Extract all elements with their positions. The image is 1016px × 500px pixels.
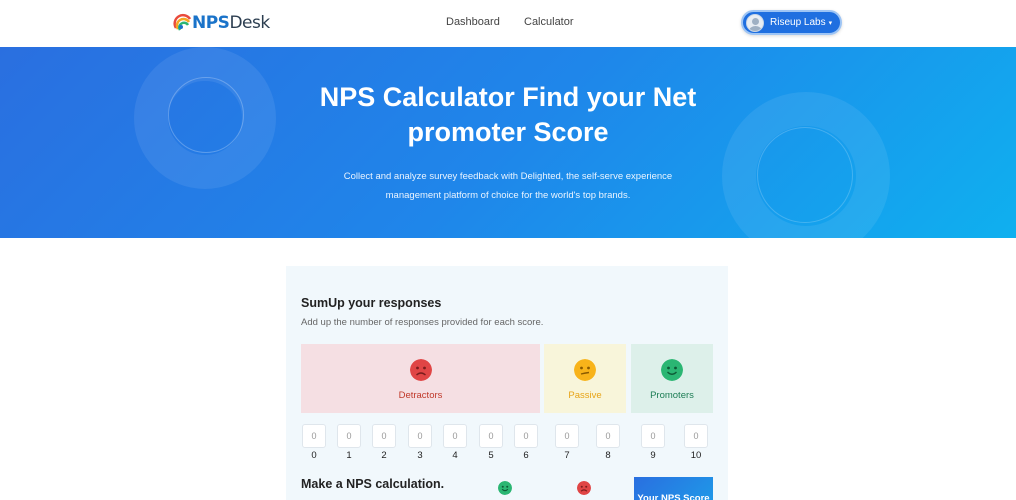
score-input-3[interactable]: 0 [408, 424, 432, 448]
avatar [746, 13, 764, 32]
score-input-5[interactable]: 0 [479, 424, 503, 448]
section-title: SumUp your responses [301, 296, 442, 310]
score-label-0: 0 [311, 450, 317, 461]
score-input-9[interactable]: 0 [641, 424, 665, 448]
score-label-1: 1 [346, 450, 352, 461]
score-input-8[interactable]: 0 [596, 424, 620, 448]
decorative-ring-right-inner [757, 127, 853, 223]
score-input-1[interactable]: 0 [337, 424, 361, 448]
score-input-6[interactable]: 0 [514, 424, 538, 448]
detractors-panel: Detractors [301, 344, 540, 413]
calculation-title: Make a NPS calculation. [301, 477, 445, 491]
neutral-face-icon [574, 359, 596, 381]
sad-face-icon [577, 481, 591, 495]
score-label-5: 5 [488, 450, 494, 461]
passive-panel: Passive [544, 344, 626, 413]
happy-face-icon [498, 481, 512, 495]
passive-label: Passive [568, 390, 602, 401]
score-label-9: 9 [650, 450, 656, 461]
top-navbar: NPSDesk Dashboard Calculator Riseup Labs… [0, 0, 1016, 47]
user-menu-button[interactable]: Riseup Labs ▾ [741, 10, 842, 35]
nps-score-button[interactable]: Your NPS Score [634, 477, 713, 500]
score-input-2[interactable]: 0 [372, 424, 396, 448]
nps-calculator-card: SumUp your responses Add up the number o… [286, 266, 728, 500]
promoters-panel: Promoters [631, 344, 713, 413]
logo-desk-text: Desk [229, 13, 270, 33]
section-subtitle: Add up the number of responses provided … [301, 317, 544, 328]
nps-desk-logo[interactable]: NPSDesk [172, 8, 270, 38]
score-label-8: 8 [605, 450, 611, 461]
happy-face-icon [661, 359, 683, 381]
score-input-10[interactable]: 0 [684, 424, 708, 448]
user-name: Riseup Labs [770, 17, 826, 28]
detractors-label: Detractors [398, 390, 443, 401]
nav-link-dashboard[interactable]: Dashboard [446, 16, 500, 28]
nav-link-calculator[interactable]: Calculator [524, 16, 574, 28]
score-label-10: 10 [690, 450, 702, 461]
score-input-0[interactable]: 0 [302, 424, 326, 448]
score-label-6: 6 [523, 450, 529, 461]
score-label-2: 2 [381, 450, 387, 461]
page-title: NPS Calculator Find your Net promoter Sc… [319, 82, 697, 147]
logo-arc-icon [173, 14, 192, 31]
promoters-label: Promoters [650, 390, 694, 401]
chevron-down-icon: ▾ [828, 19, 833, 27]
decorative-ring-left-inner [168, 77, 244, 153]
score-label-7: 7 [564, 450, 570, 461]
score-input-7[interactable]: 0 [555, 424, 579, 448]
score-input-4[interactable]: 0 [443, 424, 467, 448]
logo-nps-text: NPS [192, 13, 230, 33]
score-label-3: 3 [417, 450, 423, 461]
hero-banner: NPS Calculator Find your Net promoter Sc… [0, 47, 1016, 238]
hero-subtitle: Collect and analyze survey feedback with… [343, 171, 673, 201]
score-label-4: 4 [452, 450, 458, 461]
sad-face-icon [409, 359, 432, 381]
